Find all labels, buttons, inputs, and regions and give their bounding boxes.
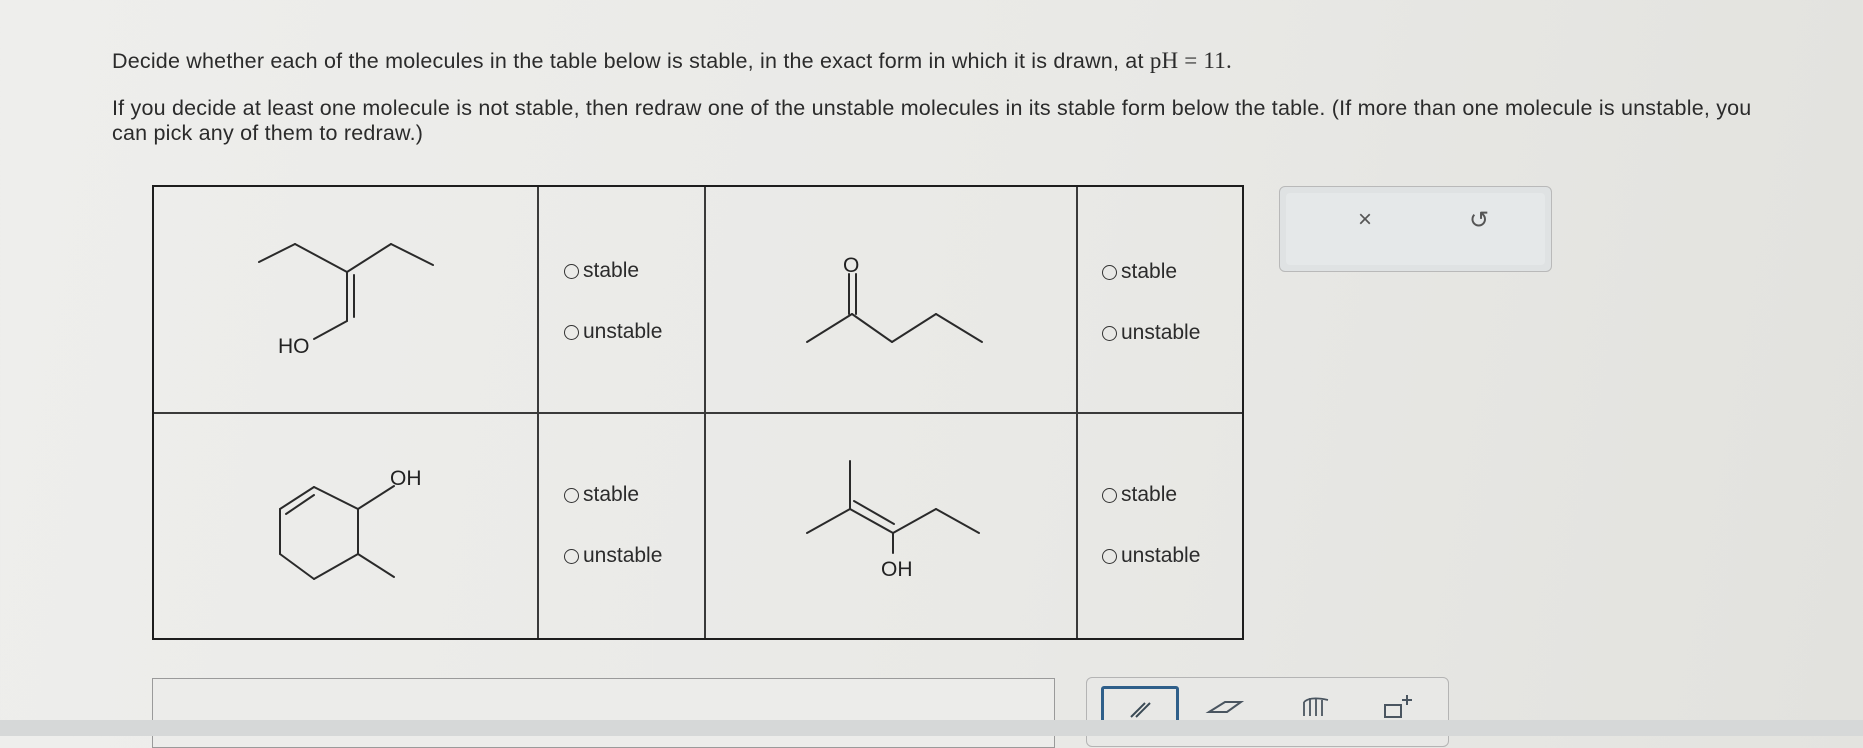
- undo-icon[interactable]: ↺: [1464, 205, 1494, 235]
- eraser-glyph: [1205, 701, 1245, 713]
- mol2-unstable-option[interactable]: unstable: [1102, 321, 1200, 345]
- bottom-band: [0, 720, 1863, 736]
- pencil-glyph: [1130, 702, 1151, 718]
- mol3-unstable-option[interactable]: unstable: [564, 544, 662, 568]
- molecule-cyclohexene-alcohol-structure: OH: [279, 467, 422, 580]
- option-label: stable: [583, 483, 640, 506]
- ph-value: pH = 11.: [1149, 48, 1232, 73]
- radio-button[interactable]: [1102, 487, 1117, 503]
- option-label: unstable: [583, 544, 663, 567]
- atom-label-oh: OH: [390, 467, 422, 490]
- hand-glyph: [1303, 697, 1329, 716]
- radio-button[interactable]: [1102, 325, 1117, 341]
- mol4-unstable-option[interactable]: unstable: [1102, 544, 1200, 568]
- radio-button[interactable]: [564, 263, 579, 279]
- molecule-ketone-structure: O: [806, 254, 983, 343]
- drawing-toolbar: [1086, 677, 1449, 747]
- option-label: unstable: [1121, 544, 1201, 567]
- x-icon[interactable]: ×: [1350, 205, 1380, 235]
- mol1-stable-option[interactable]: stable: [564, 259, 639, 283]
- mol1-unstable-option[interactable]: unstable: [564, 320, 662, 344]
- option-label: stable: [583, 259, 640, 282]
- mol3-stable-option[interactable]: stable: [564, 483, 639, 507]
- question-line-1: Decide whether each of the molecules in …: [112, 48, 1792, 74]
- question-line-2: If you decide at least one molecule is n…: [112, 96, 1752, 145]
- radio-button[interactable]: [564, 487, 579, 503]
- atom-label-ho: HO: [278, 335, 310, 358]
- question-prefix: Decide whether each of the molecules in …: [112, 49, 1144, 73]
- atom-label-oh: OH: [881, 558, 913, 581]
- answer-toolbar-inner: [1286, 193, 1545, 265]
- option-label: stable: [1121, 260, 1178, 283]
- molecule-table: HO stable unstable O stable unstable OH …: [152, 185, 1244, 640]
- option-label: unstable: [1121, 321, 1201, 344]
- radio-button[interactable]: [1102, 264, 1117, 280]
- answer-toolbar: × ↺: [1279, 186, 1552, 272]
- template-glyph: [1384, 695, 1412, 718]
- mol4-stable-option[interactable]: stable: [1102, 483, 1177, 507]
- radio-button[interactable]: [1102, 548, 1117, 564]
- question-text: Decide whether each of the molecules in …: [112, 48, 1792, 146]
- option-label: stable: [1121, 483, 1178, 506]
- molecule-enol-structure: HO: [258, 243, 434, 358]
- radio-button[interactable]: [564, 324, 579, 340]
- molecule-enol-2-structure: OH: [806, 460, 980, 581]
- atom-label-o: O: [843, 254, 859, 277]
- option-label: unstable: [583, 320, 663, 343]
- redraw-canvas[interactable]: [152, 678, 1055, 748]
- mol2-stable-option[interactable]: stable: [1102, 260, 1177, 284]
- radio-button[interactable]: [564, 548, 579, 564]
